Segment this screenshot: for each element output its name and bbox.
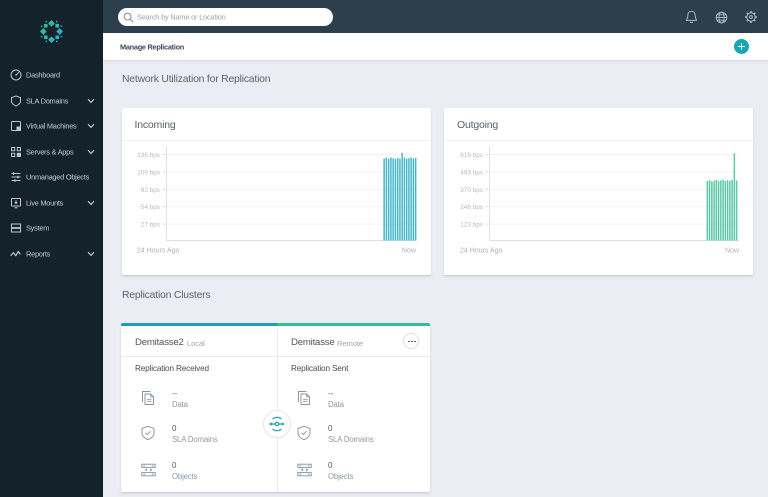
svg-text:123 bps: 123 bps [460,222,483,229]
svg-text:24 Hours Ago: 24 Hours Ago [460,248,503,255]
svg-text:27 bps: 27 bps [141,222,160,229]
svg-text:109 bps: 109 bps [137,169,160,176]
svg-text:54 bps: 54 bps [141,204,160,211]
svg-text:136 bps: 136 bps [137,152,160,159]
svg-text:493 bps: 493 bps [460,169,483,176]
svg-text:246 bps: 246 bps [460,204,483,211]
svg-text:Now: Now [725,248,740,255]
svg-text:82 bps: 82 bps [141,187,160,194]
svg-text:370 bps: 370 bps [460,187,483,194]
svg-text:Now: Now [402,248,417,255]
svg-text:616 bps: 616 bps [460,152,483,159]
svg-text:24 Hours Ago: 24 Hours Ago [137,248,180,255]
